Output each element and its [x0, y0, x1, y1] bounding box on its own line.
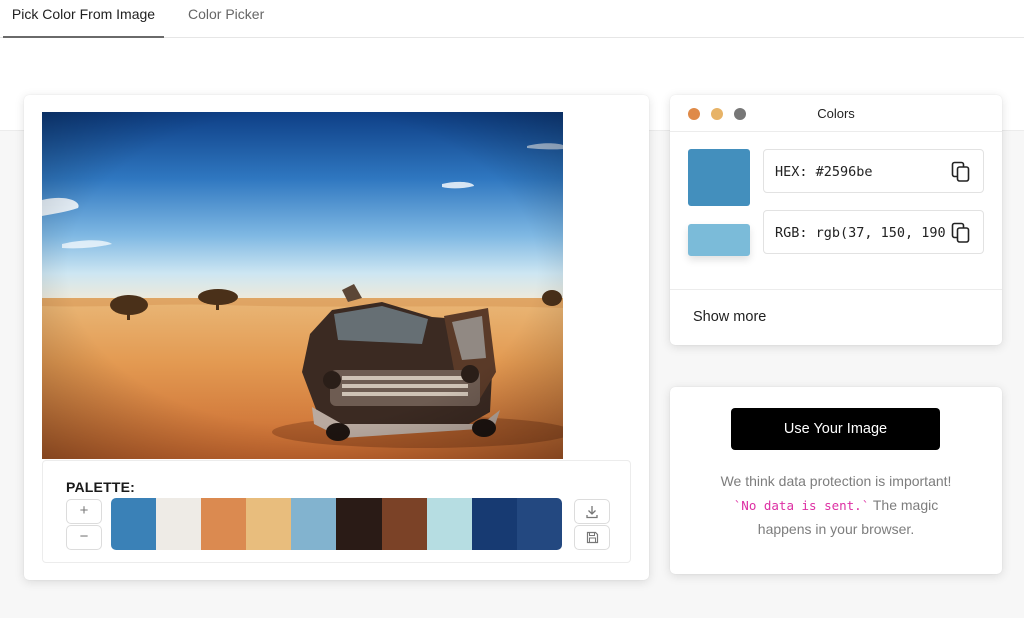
palette-section: PALETTE: + −: [42, 460, 631, 563]
tab-color-picker[interactable]: Color Picker: [188, 0, 264, 38]
tab-bar: Pick Color From Image Color Picker: [0, 0, 1024, 38]
secondary-color-swatch: [688, 224, 750, 256]
use-your-image-button[interactable]: Use Your Image: [731, 408, 940, 450]
minus-icon: −: [79, 528, 89, 545]
show-more-link[interactable]: Show more: [693, 309, 766, 325]
palette-swatch[interactable]: [381, 498, 427, 550]
colors-titlebar: Colors: [670, 95, 1002, 132]
tab-pick-color-from-image[interactable]: Pick Color From Image: [3, 0, 164, 38]
palette-swatch[interactable]: [516, 498, 562, 550]
selected-color-swatch: [688, 149, 750, 206]
divider: [670, 289, 1002, 290]
privacy-note-magic: The magic: [869, 497, 939, 513]
hex-value: HEX: #2596be: [775, 164, 873, 180]
colors-title: Colors: [817, 106, 855, 121]
rgb-value: RGB: rgb(37, 150, 190): [775, 225, 945, 241]
add-color-button[interactable]: +: [66, 499, 102, 524]
palette-swatches: [111, 498, 562, 550]
copy-icon[interactable]: [951, 222, 971, 244]
remove-color-button[interactable]: −: [66, 525, 102, 550]
palette-swatch[interactable]: [111, 498, 157, 550]
rgb-field[interactable]: RGB: rgb(37, 150, 190): [763, 210, 984, 254]
copy-icon[interactable]: [951, 161, 971, 183]
privacy-note-line3: happens in your browser.: [757, 521, 915, 537]
palette-swatch[interactable]: [246, 498, 292, 550]
no-data-sent-code: `No data is sent.`: [733, 498, 870, 513]
plus-icon: +: [79, 502, 89, 519]
image-panel: PALETTE: + −: [24, 95, 649, 580]
save-palette-button[interactable]: [574, 525, 610, 550]
palette-swatch[interactable]: [471, 498, 517, 550]
privacy-note-line2: `No data is sent.` The magic: [670, 497, 1002, 513]
download-palette-button[interactable]: [574, 499, 610, 524]
palette-swatch[interactable]: [426, 498, 472, 550]
upload-panel: Use Your Image We think data protection …: [670, 387, 1002, 574]
source-image[interactable]: [42, 112, 563, 459]
palette-swatch[interactable]: [336, 498, 382, 550]
colors-panel: Colors HEX: #2596be RGB: rgb(37, 150, 19…: [670, 95, 1002, 345]
save-icon: [586, 531, 598, 544]
hex-field[interactable]: HEX: #2596be: [763, 149, 984, 193]
palette-swatch[interactable]: [156, 498, 202, 550]
palette-label: PALETTE:: [66, 479, 136, 495]
palette-swatch[interactable]: [291, 498, 337, 550]
palette-swatch[interactable]: [201, 498, 247, 550]
privacy-note-line1: We think data protection is important!: [720, 473, 952, 489]
download-icon: [586, 506, 598, 519]
